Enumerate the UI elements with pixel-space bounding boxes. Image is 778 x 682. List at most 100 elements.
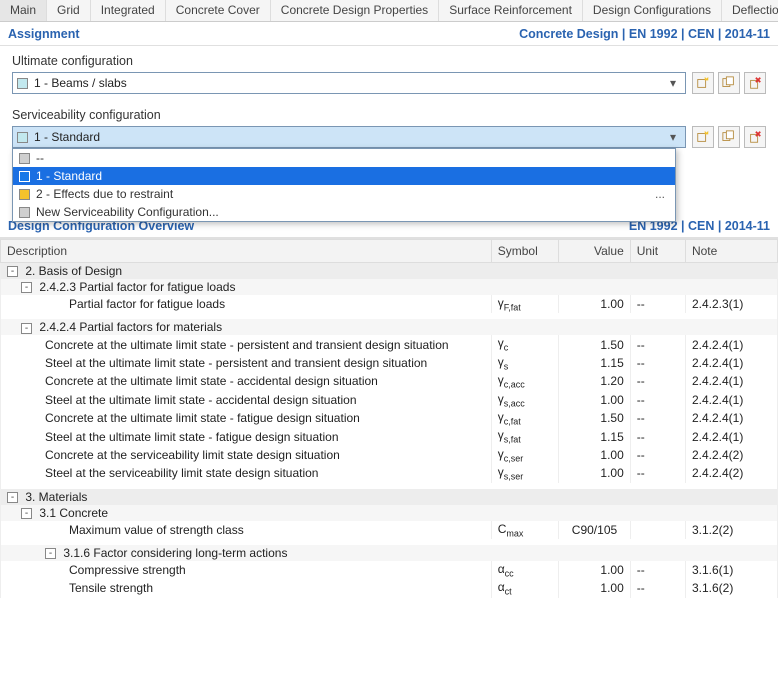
cell-value[interactable]: 1.00 xyxy=(559,464,631,482)
cell-symbol: γF,fat xyxy=(491,295,558,313)
cell-unit: -- xyxy=(630,372,685,390)
cell-value[interactable]: 1.20 xyxy=(559,372,631,390)
ultimate-combo[interactable]: 1 - Beams / slabs ▾ xyxy=(12,72,686,94)
group-label: 2.4.2.4 Partial factors for materials xyxy=(36,320,222,334)
col-value[interactable]: Value xyxy=(559,240,631,263)
tab-grid[interactable]: Grid xyxy=(47,0,91,21)
table-row[interactable]: Concrete at the ultimate limit state - p… xyxy=(1,335,778,353)
cell-symbol: γc,fat xyxy=(491,409,558,427)
cell-symbol: αct xyxy=(491,579,558,597)
col-unit[interactable]: Unit xyxy=(630,240,685,263)
cell-value[interactable]: 1.00 xyxy=(559,295,631,313)
cell-description: Concrete at the ultimate limit state - p… xyxy=(1,335,492,353)
tree-toggle-icon[interactable]: - xyxy=(21,508,32,519)
tab-integrated[interactable]: Integrated xyxy=(91,0,166,21)
cell-value[interactable]: 1.15 xyxy=(559,427,631,445)
cell-description: Compressive strength xyxy=(1,561,492,579)
swatch-icon xyxy=(19,153,30,164)
table-row[interactable]: - 3.1 Concrete xyxy=(1,505,778,521)
cell-value[interactable]: 1.00 xyxy=(559,561,631,579)
serviceability-combo[interactable]: 1 - Standard ▾ xyxy=(12,126,686,148)
cell-description: Steel at the ultimate limit state - pers… xyxy=(1,354,492,372)
cell-symbol: γs,acc xyxy=(491,391,558,409)
group-label: 3. Materials xyxy=(22,490,87,504)
dropdown-item-label: 2 - Effects due to restraint xyxy=(36,187,173,201)
table-row[interactable]: Steel at the ultimate limit state - acci… xyxy=(1,391,778,409)
tree-toggle-icon[interactable]: - xyxy=(7,266,18,277)
table-row[interactable]: Steel at the serviceability limit state … xyxy=(1,464,778,482)
cell-note: 2.4.2.4(2) xyxy=(685,464,777,482)
table-row[interactable]: - 2.4.2.3 Partial factor for fatigue loa… xyxy=(1,279,778,295)
cell-value[interactable]: 1.50 xyxy=(559,335,631,353)
swatch-icon xyxy=(19,171,30,182)
serviceability-dropdown[interactable]: --1 - Standard2 - Effects due to restrai… xyxy=(12,148,676,222)
cell-symbol: γc,ser xyxy=(491,446,558,464)
tab-main[interactable]: Main xyxy=(0,0,47,21)
table-row[interactable]: - 3.1.6 Factor considering long-term act… xyxy=(1,545,778,561)
cell-note: 3.1.6(2) xyxy=(685,579,777,597)
cell-value[interactable]: 1.50 xyxy=(559,409,631,427)
table-row[interactable]: Steel at the ultimate limit state - fati… xyxy=(1,427,778,445)
col-note[interactable]: Note xyxy=(685,240,777,263)
cell-description: Tensile strength xyxy=(1,579,492,597)
cell-unit: -- xyxy=(630,391,685,409)
cell-unit: -- xyxy=(630,579,685,597)
cell-unit: -- xyxy=(630,354,685,372)
table-row[interactable]: - 2. Basis of Design xyxy=(1,263,778,280)
dropdown-item-label: -- xyxy=(36,151,44,165)
table-row[interactable]: Partial factor for fatigue loadsγF,fat1.… xyxy=(1,295,778,313)
cell-symbol: γc,acc xyxy=(491,372,558,390)
cell-value[interactable]: 1.00 xyxy=(559,391,631,409)
table-row[interactable]: - 3. Materials xyxy=(1,489,778,505)
table-row[interactable]: Compressive strengthαcc1.00--3.1.6(1) xyxy=(1,561,778,579)
ultimate-label: Ultimate configuration xyxy=(12,54,766,68)
tab-surface-reinforcement[interactable]: Surface Reinforcement xyxy=(439,0,583,21)
tab-design-configurations[interactable]: Design Configurations xyxy=(583,0,722,21)
tree-toggle-icon[interactable]: - xyxy=(7,492,18,503)
cell-symbol: γs,ser xyxy=(491,464,558,482)
copy-button[interactable] xyxy=(718,72,740,94)
tab-concrete-cover[interactable]: Concrete Cover xyxy=(166,0,271,21)
col-description[interactable]: Description xyxy=(1,240,492,263)
cell-symbol: γs xyxy=(491,354,558,372)
dropdown-item[interactable]: 2 - Effects due to restraint... xyxy=(13,185,675,203)
ultimate-value: 1 - Beams / slabs xyxy=(34,76,665,90)
table-row[interactable]: Concrete at the serviceability limit sta… xyxy=(1,446,778,464)
table-row[interactable]: Steel at the ultimate limit state - pers… xyxy=(1,354,778,372)
cell-value[interactable]: C90/105 xyxy=(559,521,631,539)
table-row[interactable]: - 2.4.2.4 Partial factors for materials xyxy=(1,319,778,335)
dropdown-item[interactable]: New Serviceability Configuration... xyxy=(13,203,675,221)
assignment-standard: Concrete Design | EN 1992 | CEN | 2014-1… xyxy=(519,27,770,41)
overview-table: Description Symbol Value Unit Note - 2. … xyxy=(0,238,778,598)
delete-button[interactable] xyxy=(744,126,766,148)
top-tabs: MainGridIntegratedConcrete CoverConcrete… xyxy=(0,0,778,22)
cell-description: Concrete at the ultimate limit state - a… xyxy=(1,372,492,390)
cell-description: Steel at the ultimate limit state - acci… xyxy=(1,391,492,409)
cell-description: Concrete at the serviceability limit sta… xyxy=(1,446,492,464)
serviceability-label: Serviceability configuration xyxy=(12,108,766,122)
table-row[interactable]: Tensile strengthαct1.00--3.1.6(2) xyxy=(1,579,778,597)
tab-deflection[interactable]: Deflection xyxy=(722,0,778,21)
cell-value[interactable]: 1.00 xyxy=(559,446,631,464)
tree-toggle-icon[interactable]: - xyxy=(21,282,32,293)
new-button[interactable] xyxy=(692,126,714,148)
copy-button[interactable] xyxy=(718,126,740,148)
cell-value[interactable]: 1.15 xyxy=(559,354,631,372)
col-symbol[interactable]: Symbol xyxy=(491,240,558,263)
delete-button[interactable] xyxy=(744,72,766,94)
cell-note: 2.4.2.4(1) xyxy=(685,427,777,445)
cell-description: Partial factor for fatigue loads xyxy=(1,295,492,313)
tree-toggle-icon[interactable]: - xyxy=(45,548,56,559)
assignment-title: Assignment xyxy=(8,27,80,41)
cell-value[interactable]: 1.00 xyxy=(559,579,631,597)
cell-note: 2.4.2.4(1) xyxy=(685,335,777,353)
tab-concrete-design-properties[interactable]: Concrete Design Properties xyxy=(271,0,439,21)
tree-toggle-icon[interactable]: - xyxy=(21,323,32,334)
table-row[interactable]: Concrete at the ultimate limit state - f… xyxy=(1,409,778,427)
cell-unit: -- xyxy=(630,561,685,579)
dropdown-item[interactable]: 1 - Standard xyxy=(13,167,675,185)
dropdown-item[interactable]: -- xyxy=(13,149,675,167)
table-row[interactable]: Maximum value of strength classCmaxC90/1… xyxy=(1,521,778,539)
new-button[interactable] xyxy=(692,72,714,94)
table-row[interactable]: Concrete at the ultimate limit state - a… xyxy=(1,372,778,390)
